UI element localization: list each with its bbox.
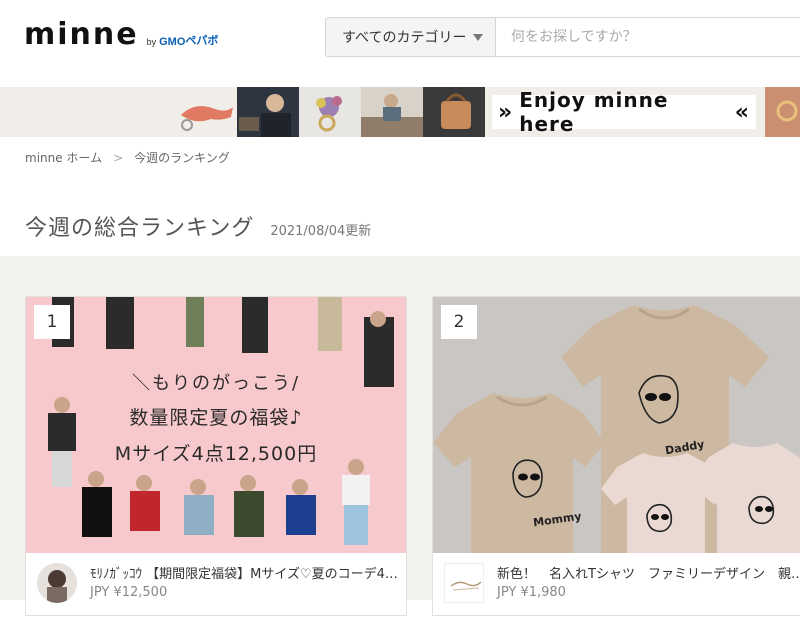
page-title-block: 今週の総合ランキング 2021/08/04更新 xyxy=(25,210,371,242)
banner-thumb-1 xyxy=(175,87,237,137)
product-title[interactable]: 新色！ 名入れTシャツ ファミリーデザイン 親子ペア xyxy=(497,563,800,582)
rank-badge: 1 xyxy=(34,305,70,339)
logo-by: by xyxy=(146,37,157,47)
minne-logo[interactable]: minne by GMO ペパボ xyxy=(24,18,218,52)
page-title: 今週の総合ランキング xyxy=(25,216,255,241)
banner-thumb-5 xyxy=(423,87,485,137)
product-image-2[interactable]: Daddy Mommy xyxy=(433,297,800,553)
product-price: JPY ¥1,980 xyxy=(497,585,566,600)
chevron-down-icon xyxy=(473,34,483,41)
logo-pepabo: ペパボ xyxy=(185,35,219,47)
breadcrumb: minne ホーム > 今週のランキング xyxy=(25,149,230,166)
enjoy-minne-cta[interactable]: » Enjoy minne here « xyxy=(492,88,756,136)
ranking-section: ＼もりのがっこう/ 数量限定夏の福袋♪ Mサイズ4点12,500円 1 ﾓﾘﾉｶ… xyxy=(0,256,800,616)
flyer-heading: ＼もりのがっこう/ xyxy=(131,373,301,394)
rank-badge: 2 xyxy=(441,305,477,339)
product-title[interactable]: ﾓﾘﾉｶﾞｯｺｳ 【期間限定福袋】Mサイズ♡夏のコーデ4点セット xyxy=(90,563,400,582)
product-price: JPY ¥12,500 xyxy=(90,585,168,600)
family-tshirt-image xyxy=(433,297,800,553)
shop-avatar[interactable] xyxy=(444,563,484,603)
logo-text: minne xyxy=(24,17,139,52)
banner-thumb-2 xyxy=(237,87,299,137)
card-info: 新色！ 名入れTシャツ ファミリーデザイン 親子ペア JPY ¥1,980 xyxy=(433,553,800,617)
shop-avatar[interactable] xyxy=(37,563,77,603)
ranking-card-2[interactable]: Daddy Mommy 2 新色！ 名入れTシャツ ファミリーデザイン 親子ペア… xyxy=(432,296,800,616)
product-image-1[interactable]: ＼もりのがっこう/ 数量限定夏の福袋♪ Mサイズ4点12,500円 xyxy=(26,297,406,553)
promo-banner[interactable]: » Enjoy minne here « xyxy=(0,87,800,137)
search-bar: すべてのカテゴリー xyxy=(325,17,800,57)
cta-text: Enjoy minne here xyxy=(519,88,669,136)
search-input[interactable] xyxy=(496,18,800,56)
banner-thumb-3 xyxy=(299,87,361,137)
breadcrumb-separator: > xyxy=(113,150,124,165)
category-select[interactable]: すべてのカテゴリー xyxy=(326,18,496,56)
flyer-price-text: Mサイズ4点12,500円 xyxy=(114,443,318,465)
banner-thumb-4 xyxy=(361,87,423,137)
site-header: minne by GMO ペパボ すべてのカテゴリー xyxy=(0,0,800,87)
chevron-right-double-icon: » xyxy=(498,99,514,125)
card-info: ﾓﾘﾉｶﾞｯｺｳ 【期間限定福袋】Mサイズ♡夏のコーデ4点セット JPY ¥12… xyxy=(26,553,406,617)
updated-date: 2021/08/04更新 xyxy=(270,224,372,239)
category-select-label: すべてのカテゴリー xyxy=(342,30,467,46)
logo-gmo: GMO xyxy=(159,36,186,48)
breadcrumb-current: 今週のランキング xyxy=(134,151,230,165)
breadcrumb-home-link[interactable]: minne ホーム xyxy=(25,149,102,166)
chevron-left-double-icon: « xyxy=(734,99,750,125)
flyer-subheading: 数量限定夏の福袋♪ xyxy=(129,407,303,429)
banner-thumb-6 xyxy=(765,87,800,137)
ranking-card-1[interactable]: ＼もりのがっこう/ 数量限定夏の福袋♪ Mサイズ4点12,500円 1 ﾓﾘﾉｶ… xyxy=(25,296,407,616)
